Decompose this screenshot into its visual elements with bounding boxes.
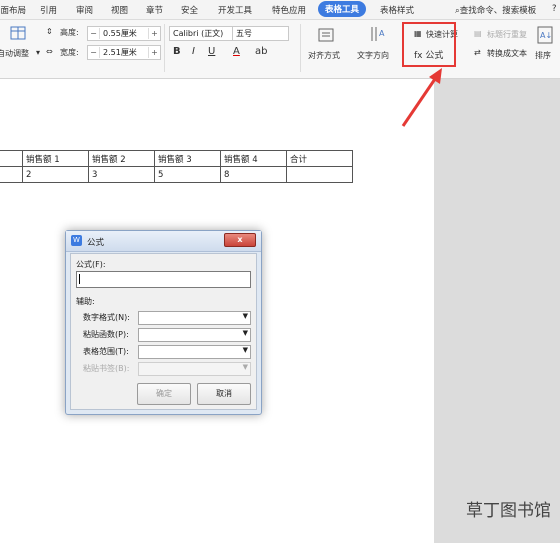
formula-label: 公式(F): bbox=[76, 260, 106, 269]
column-width-icon: ⇔ bbox=[46, 47, 53, 56]
wps-logo-icon: W bbox=[71, 235, 82, 246]
italic-button[interactable]: I bbox=[192, 46, 195, 57]
chevron-down-icon[interactable]: ▾ bbox=[36, 48, 40, 57]
search-command[interactable]: ⌕查找命令、搜索模板 bbox=[455, 4, 536, 16]
bold-button[interactable]: B bbox=[173, 46, 181, 57]
paste-bookmark-select[interactable]: ▼ bbox=[138, 362, 251, 376]
watermark: 草丁图书馆 bbox=[466, 501, 551, 521]
table-cell[interactable]: 3 bbox=[88, 166, 155, 183]
svg-text:A: A bbox=[379, 29, 385, 38]
table-cell[interactable]: 2 bbox=[22, 166, 89, 183]
height-label: 高度: bbox=[60, 28, 79, 37]
chevron-down-icon: ▼ bbox=[242, 363, 248, 371]
row-height-icon: ⇕ bbox=[46, 27, 53, 36]
decrease-height-button[interactable]: − bbox=[88, 29, 99, 38]
table-cell[interactable]: 销售额 2 bbox=[88, 150, 155, 167]
menu-view[interactable]: 视图 bbox=[111, 4, 128, 16]
menu-special-apps[interactable]: 特色应用 bbox=[272, 4, 306, 16]
text-direction-icon[interactable]: A bbox=[369, 25, 387, 43]
font-name-select[interactable]: Calibri (正文) bbox=[169, 26, 234, 41]
menu-section[interactable]: 章节 bbox=[146, 4, 163, 16]
table-autofit-icon[interactable] bbox=[10, 25, 26, 41]
font-color-button[interactable]: A bbox=[233, 46, 240, 57]
highlight-button[interactable]: ab bbox=[255, 46, 267, 57]
ribbon: 自动调整 ▾ ⇕ 高度: − 0.55厘米 + ⇔ 宽度: − 2.51厘米 +… bbox=[0, 20, 560, 79]
convert-icon: ⇄ bbox=[474, 48, 481, 57]
height-value[interactable]: 0.55厘米 bbox=[99, 28, 149, 39]
page-margin-area bbox=[434, 79, 560, 543]
width-label: 宽度: bbox=[60, 48, 79, 57]
menu-bar: 页面布局 引用 审阅 视图 章节 安全 开发工具 特色应用 表格工具 表格样式 … bbox=[0, 0, 560, 20]
increase-width-button[interactable]: + bbox=[149, 48, 160, 57]
increase-height-button[interactable]: + bbox=[149, 29, 160, 38]
decrease-width-button[interactable]: − bbox=[88, 48, 99, 57]
number-format-select[interactable]: ▼ bbox=[138, 311, 251, 325]
text-direction-button[interactable]: 文字方向 bbox=[357, 50, 389, 61]
table-cell[interactable] bbox=[0, 166, 23, 183]
table-header-row: 销售额 1 销售额 2 销售额 3 销售额 4 合计 bbox=[0, 150, 353, 167]
menu-table-tools[interactable]: 表格工具 bbox=[318, 1, 367, 17]
convert-to-text-button[interactable]: 转换成文本 bbox=[487, 48, 527, 59]
chevron-down-icon: ▼ bbox=[242, 329, 248, 337]
menu-security[interactable]: 安全 bbox=[181, 4, 198, 16]
underline-button[interactable]: U bbox=[208, 46, 215, 57]
table-cell[interactable] bbox=[0, 150, 23, 167]
paste-bookmark-label: 粘贴书签(B): bbox=[83, 364, 130, 373]
table-cell[interactable]: 销售额 4 bbox=[220, 150, 287, 167]
help-icon[interactable]: ? bbox=[552, 4, 557, 14]
width-stepper[interactable]: − 2.51厘米 + bbox=[87, 45, 161, 60]
cancel-button[interactable]: 取消 bbox=[197, 383, 251, 405]
align-button[interactable]: 对齐方式 bbox=[308, 50, 340, 61]
text-cursor bbox=[79, 274, 80, 284]
menu-developer-tools[interactable]: 开发工具 bbox=[218, 4, 252, 16]
height-stepper[interactable]: − 0.55厘米 + bbox=[87, 26, 161, 41]
sort-button[interactable]: 排序 bbox=[535, 50, 551, 61]
table-cell[interactable]: 合计 bbox=[286, 150, 353, 167]
chevron-down-icon: ▼ bbox=[242, 312, 248, 320]
paste-function-label: 粘贴函数(P): bbox=[83, 330, 129, 339]
paste-function-select[interactable]: ▼ bbox=[138, 328, 251, 342]
table-range-label: 表格范围(T): bbox=[83, 347, 129, 356]
data-table: 销售额 1 销售额 2 销售额 3 销售额 4 合计 2 3 5 8 bbox=[0, 150, 353, 183]
number-format-label: 数字格式(N): bbox=[83, 313, 130, 322]
width-value[interactable]: 2.51厘米 bbox=[99, 47, 149, 58]
table-cell[interactable]: 销售额 3 bbox=[154, 150, 221, 167]
divider bbox=[300, 24, 301, 72]
font-size-select[interactable]: 五号 bbox=[232, 26, 289, 41]
ok-button[interactable]: 确定 bbox=[137, 383, 191, 405]
align-icon[interactable] bbox=[318, 27, 334, 43]
dialog-title: 公式 bbox=[87, 238, 105, 248]
table-row: 2 3 5 8 bbox=[0, 166, 353, 183]
menu-page-layout[interactable]: 页面布局 bbox=[0, 4, 26, 16]
formula-input[interactable] bbox=[76, 271, 251, 288]
table-range-select[interactable]: ▼ bbox=[138, 345, 251, 359]
table-cell[interactable]: 销售额 1 bbox=[22, 150, 89, 167]
autofit-button[interactable]: 自动调整 bbox=[0, 48, 29, 59]
chevron-down-icon: ▼ bbox=[242, 346, 248, 354]
title-repeat-button[interactable]: 标题行重复 bbox=[487, 29, 527, 40]
menu-review[interactable]: 审阅 bbox=[76, 4, 93, 16]
divider bbox=[164, 24, 165, 72]
svg-text:A↓: A↓ bbox=[540, 31, 552, 40]
dialog-body: 公式(F): 辅助: 数字格式(N): ▼ 粘贴函数(P): ▼ 表格范围(T)… bbox=[70, 253, 257, 410]
title-repeat-icon: ▤ bbox=[474, 29, 482, 38]
dialog-titlebar[interactable]: W 公式 x bbox=[66, 231, 261, 252]
sort-icon[interactable]: A↓ bbox=[537, 26, 553, 44]
aux-label: 辅助: bbox=[76, 297, 95, 306]
table-cell[interactable] bbox=[286, 166, 353, 183]
menu-references[interactable]: 引用 bbox=[40, 4, 57, 16]
close-button[interactable]: x bbox=[224, 233, 256, 247]
formula-dialog: W 公式 x 公式(F): 辅助: 数字格式(N): ▼ 粘贴函数(P): ▼ … bbox=[65, 230, 262, 415]
table-cell[interactable]: 8 bbox=[220, 166, 287, 183]
formula-highlight-box bbox=[402, 22, 456, 67]
menu-table-styles[interactable]: 表格样式 bbox=[380, 4, 414, 16]
red-arrow-annotation bbox=[401, 68, 442, 127]
table-cell[interactable]: 5 bbox=[154, 166, 221, 183]
